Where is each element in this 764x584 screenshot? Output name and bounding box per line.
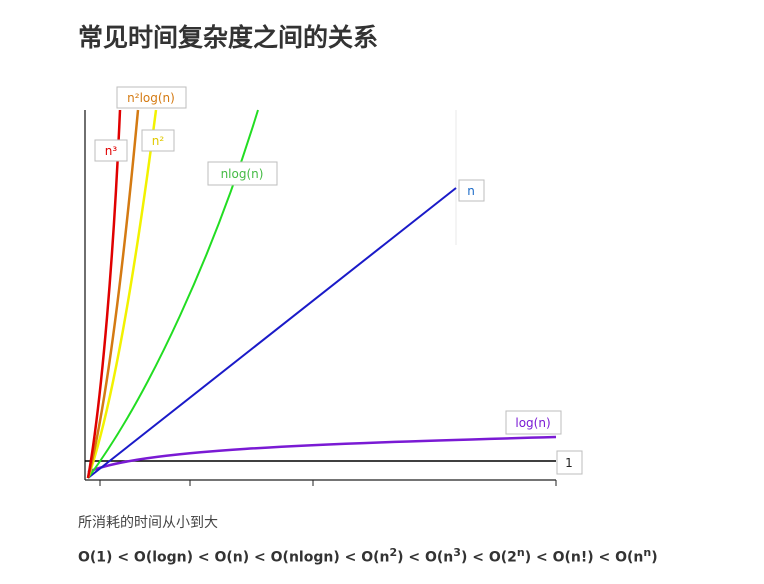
label-n-text: n <box>467 184 475 198</box>
label-constant: 1 <box>556 450 583 475</box>
label-logn-text: log(n) <box>515 416 550 430</box>
label-n3: n³ <box>94 139 128 162</box>
order-part: ) <box>651 549 658 566</box>
label-n2: n² <box>141 129 175 152</box>
order-part: ) < O(n <box>397 549 454 566</box>
label-logn: log(n) <box>505 410 562 435</box>
series-n2-curve <box>86 109 158 479</box>
order-exponent: n <box>516 546 525 559</box>
label-n2logn: n²log(n) <box>116 86 187 109</box>
order-exponent: 2 <box>389 546 398 559</box>
label-n: n <box>458 179 485 202</box>
series-n-line <box>87 187 457 479</box>
label-constant-text: 1 <box>565 456 573 470</box>
label-n2logn-text: n²log(n) <box>127 91 175 105</box>
series-log-curve <box>87 435 557 474</box>
order-part: ) < O(2 <box>460 549 517 566</box>
label-n3-text: n³ <box>105 144 118 158</box>
complexity-chart: n²log(n) n³ n² nlog(n) n log(n) 1 <box>84 86 583 486</box>
order-exponent: 3 <box>453 546 461 559</box>
label-nlogn-text: nlog(n) <box>221 167 264 181</box>
label-nlogn: nlog(n) <box>207 161 278 186</box>
order-part: ) < O(n!) < O(n <box>524 549 644 566</box>
complexity-order: O(1) < O(logn) < O(n) < O(nlogn) < O(n2)… <box>78 546 658 566</box>
description-text: 所消耗的时间从小到大 <box>78 515 218 531</box>
order-part: O(1) < O(logn) < O(n) < O(nlogn) < O(n <box>78 549 390 566</box>
label-n2-text: n² <box>152 134 165 148</box>
